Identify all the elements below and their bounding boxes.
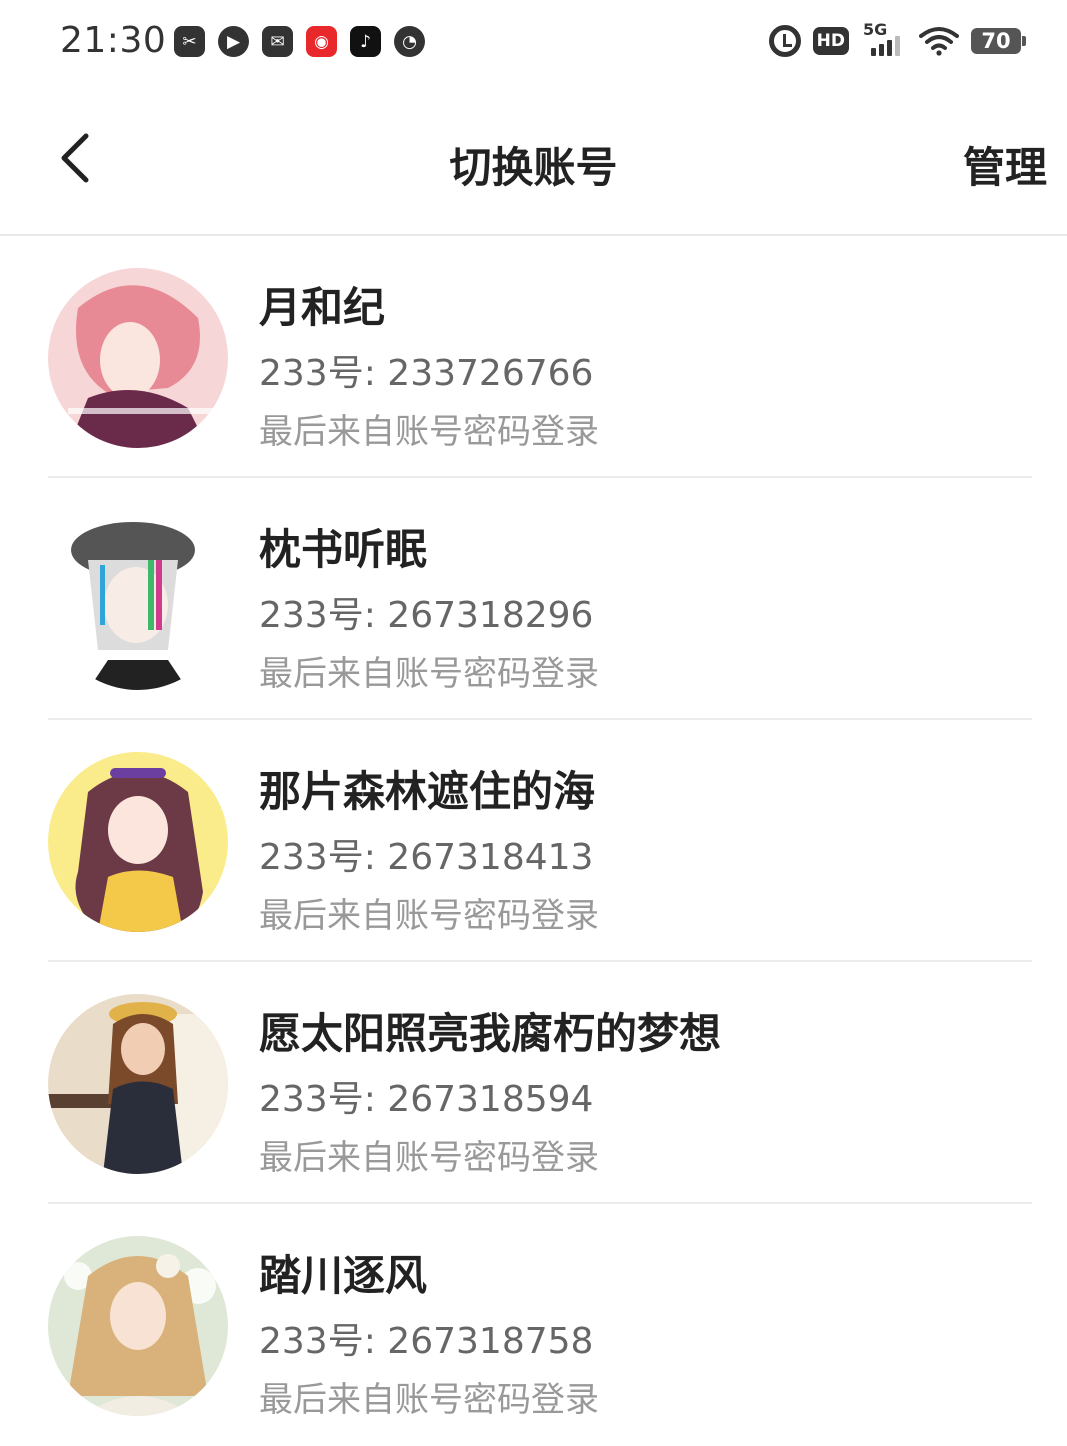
play-app-icon: ▶ bbox=[218, 26, 249, 57]
kuaishou-app-icon: ◉ bbox=[306, 26, 337, 57]
top-bar: 切换账号 管理 bbox=[0, 86, 1067, 236]
manage-button[interactable]: 管理 bbox=[963, 134, 1047, 195]
account-id-value: 267318758 bbox=[387, 1321, 594, 1362]
avatar bbox=[48, 510, 228, 690]
login-method: 最后来自账号密码登录 bbox=[259, 1138, 599, 1178]
login-method: 最后来自账号密码登录 bbox=[259, 654, 599, 694]
status-time: 21:30 bbox=[60, 20, 167, 61]
speedometer-app-icon: ◔ bbox=[394, 26, 425, 57]
account-id: 233号: 267318296 bbox=[259, 586, 593, 638]
account-id-value: 267318594 bbox=[387, 1079, 594, 1120]
avatar bbox=[48, 1236, 228, 1416]
battery-icon: 70 bbox=[971, 28, 1026, 54]
account-id-label: 233号: bbox=[259, 353, 376, 394]
mail-app-icon: ✉ bbox=[262, 26, 293, 57]
account-name: 月和纪 bbox=[259, 283, 386, 332]
login-method: 最后来自账号密码登录 bbox=[259, 412, 599, 452]
avatar bbox=[48, 268, 228, 448]
account-item[interactable]: 愿太阳照亮我腐朽的梦想 233号: 267318594 最后来自账号密码登录 bbox=[48, 962, 1032, 1204]
account-id-label: 233号: bbox=[259, 595, 376, 636]
avatar bbox=[48, 994, 228, 1174]
account-list: 月和纪 233号: 233726766 最后来自账号密码登录 枕书听眠 233号… bbox=[0, 236, 1067, 1446]
login-method: 最后来自账号密码登录 bbox=[259, 896, 599, 936]
account-id-label: 233号: bbox=[259, 1079, 376, 1120]
status-indicators: HD 5G 70 bbox=[768, 20, 1026, 58]
account-item[interactable]: 踏川逐风 233号: 267318758 最后来自账号密码登录 bbox=[48, 1204, 1032, 1446]
alarm-icon bbox=[768, 25, 801, 57]
avatar bbox=[48, 752, 228, 932]
account-item[interactable]: 月和纪 233号: 233726766 最后来自账号密码登录 bbox=[48, 236, 1032, 478]
account-name: 踏川逐风 bbox=[259, 1251, 428, 1300]
account-name: 愿太阳照亮我腐朽的梦想 bbox=[259, 1009, 722, 1058]
page-title: 切换账号 bbox=[449, 143, 618, 192]
account-id-label: 233号: bbox=[259, 837, 376, 878]
account-id: 233号: 267318594 bbox=[259, 1070, 593, 1122]
wifi-icon bbox=[919, 27, 959, 56]
signal-icon: 5G bbox=[861, 20, 907, 58]
account-item[interactable]: 那片森林遮住的海 233号: 267318413 最后来自账号密码登录 bbox=[48, 720, 1032, 962]
status-app-icons: ✂ ▶ ✉ ◉ ♪ ◔ bbox=[174, 26, 425, 57]
account-id: 233号: 233726766 bbox=[259, 344, 593, 396]
account-name: 枕书听眠 bbox=[259, 525, 428, 574]
account-item[interactable]: 枕书听眠 233号: 267318296 最后来自账号密码登录 bbox=[48, 478, 1032, 720]
account-id-value: 233726766 bbox=[387, 353, 594, 394]
account-id-value: 267318296 bbox=[387, 595, 594, 636]
scissors-app-icon: ✂ bbox=[174, 26, 205, 57]
account-id: 233号: 267318413 bbox=[259, 828, 593, 880]
account-id-label: 233号: bbox=[259, 1321, 376, 1362]
account-id-value: 267318413 bbox=[387, 837, 594, 878]
login-method: 最后来自账号密码登录 bbox=[259, 1380, 599, 1420]
tiktok-app-icon: ♪ bbox=[350, 26, 381, 57]
hd-badge: HD bbox=[812, 27, 849, 55]
account-id: 233号: 267318758 bbox=[259, 1312, 593, 1364]
status-bar: 21:30 ✂ ▶ ✉ ◉ ♪ ◔ HD 5G 70 bbox=[0, 0, 1067, 86]
account-name: 那片森林遮住的海 bbox=[259, 767, 596, 816]
